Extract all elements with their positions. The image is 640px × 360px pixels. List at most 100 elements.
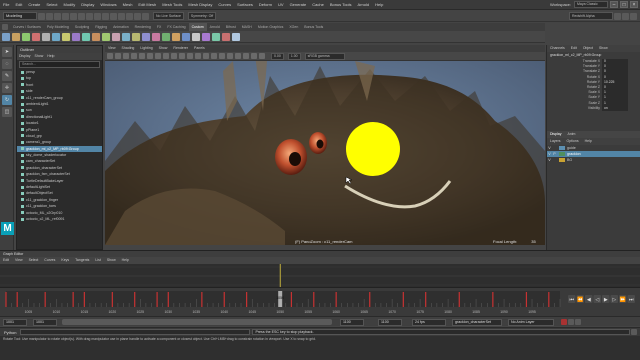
menu-curves[interactable]: Curves bbox=[215, 0, 234, 10]
layer-menu-help[interactable]: Help bbox=[582, 138, 595, 145]
renderer-dropdown[interactable]: Redshift Alpha bbox=[569, 12, 613, 20]
shelf-tab-mash[interactable]: MASH bbox=[239, 23, 255, 31]
isolate-icon[interactable] bbox=[243, 53, 249, 59]
textured-icon[interactable] bbox=[195, 53, 201, 59]
shelf-tool-9-icon[interactable] bbox=[82, 32, 90, 41]
graph-editor-menu-view[interactable]: View bbox=[12, 257, 26, 264]
smooth-shade-icon[interactable] bbox=[187, 53, 193, 59]
close-window-button[interactable]: × bbox=[630, 1, 638, 8]
select-tool-icon[interactable]: ➤ bbox=[2, 47, 12, 57]
menu-select[interactable]: Select bbox=[43, 0, 60, 10]
keyframe-marker[interactable] bbox=[134, 292, 136, 307]
shelf-tool-16-icon[interactable] bbox=[152, 32, 160, 41]
auto-key-icon[interactable] bbox=[561, 319, 567, 325]
maximize-window-button[interactable]: □ bbox=[620, 1, 628, 8]
keyframe-marker[interactable] bbox=[492, 292, 494, 307]
live-surface-field[interactable]: No Live Surface bbox=[153, 12, 184, 20]
ao-icon[interactable] bbox=[219, 53, 225, 59]
field-chart-icon[interactable] bbox=[163, 53, 169, 59]
resolution-gate-icon[interactable] bbox=[147, 53, 153, 59]
safe-action-icon[interactable] bbox=[171, 53, 177, 59]
script-editor-icon[interactable] bbox=[631, 329, 637, 335]
sound-icon[interactable] bbox=[575, 319, 581, 325]
scale-tool-icon[interactable]: ◫ bbox=[2, 107, 12, 117]
select-object-icon[interactable] bbox=[86, 12, 93, 20]
menu-surfaces[interactable]: Surfaces bbox=[234, 0, 256, 10]
viewport-panel[interactable]: View Shading Lighting Show Renderer Panels 0.… bbox=[105, 45, 545, 245]
shelf-settings-icon[interactable] bbox=[2, 24, 8, 30]
shelf-tool-18-icon[interactable] bbox=[172, 32, 180, 41]
shelf-tool-14-icon[interactable] bbox=[132, 32, 140, 41]
select-hierarchy-icon[interactable] bbox=[78, 12, 85, 20]
anim-layer-field[interactable]: No Anim Layer bbox=[508, 318, 554, 326]
keyframe-marker[interactable] bbox=[111, 292, 113, 307]
exposure-field[interactable]: 1.00 bbox=[287, 52, 301, 60]
history-icon[interactable] bbox=[134, 12, 141, 20]
keyframe-marker[interactable] bbox=[525, 292, 528, 307]
rotate-tool-icon[interactable]: ↻ bbox=[2, 95, 12, 105]
shelf-tool-3-icon[interactable] bbox=[22, 32, 30, 41]
shelf-tool-20-icon[interactable] bbox=[192, 32, 200, 41]
viewport-menu-show[interactable]: Show bbox=[156, 45, 171, 52]
shelf-tab-animation[interactable]: Animation bbox=[110, 23, 132, 31]
menu-edit[interactable]: Edit bbox=[12, 0, 25, 10]
grid-icon[interactable] bbox=[131, 53, 137, 59]
workspace-dropdown[interactable]: Maya Classic bbox=[574, 1, 608, 8]
layer-visibility-toggle[interactable]: V bbox=[547, 157, 552, 163]
layer-menu-layers[interactable]: Layers bbox=[547, 138, 564, 145]
shelf-tab-bifrost[interactable]: Bifrost bbox=[223, 23, 239, 31]
shelf-tool-8-icon[interactable] bbox=[72, 32, 80, 41]
shelf-tool-2-icon[interactable] bbox=[12, 32, 20, 41]
render-frame-icon[interactable] bbox=[142, 12, 149, 20]
open-scene-icon[interactable] bbox=[46, 12, 53, 20]
shelf-tab-xgen[interactable]: XGen bbox=[286, 23, 301, 31]
shelf-tool-13-icon[interactable] bbox=[122, 32, 130, 41]
shelf-tool-1-icon[interactable] bbox=[2, 32, 10, 41]
menu-cache[interactable]: Cache bbox=[309, 0, 327, 10]
keyframe-marker[interactable] bbox=[425, 292, 427, 307]
shelf-tab-custom[interactable]: Custom bbox=[188, 23, 207, 31]
preferences-icon[interactable] bbox=[568, 319, 574, 325]
menu-set-dropdown[interactable]: Modeling bbox=[3, 12, 37, 20]
command-language-label[interactable]: Python bbox=[0, 330, 20, 335]
playback-start-field[interactable]: 1001 bbox=[33, 318, 57, 326]
aa-icon[interactable] bbox=[235, 53, 241, 59]
menu-arnold[interactable]: Arnold bbox=[355, 0, 373, 10]
render-settings-icon[interactable] bbox=[630, 12, 637, 20]
keyframe-marker[interactable] bbox=[72, 292, 74, 307]
range-slider-bar[interactable] bbox=[62, 319, 332, 325]
shelf-tab-sculpting[interactable]: Sculpting bbox=[72, 23, 92, 31]
select-component-icon[interactable] bbox=[94, 12, 101, 20]
graph-editor-menu-help[interactable]: Help bbox=[119, 257, 132, 264]
anim-end-field[interactable]: 1100 bbox=[378, 318, 402, 326]
shelf-tab-curves-surfaces[interactable]: Curves / Surfaces bbox=[10, 23, 44, 31]
channel-attr-visibility[interactable]: Visibility on bbox=[547, 105, 640, 111]
shelf-tool-17-icon[interactable] bbox=[162, 32, 170, 41]
shelf-tool-6-icon[interactable] bbox=[52, 32, 60, 41]
viewport-menu-panels[interactable]: Panels bbox=[191, 45, 208, 52]
channel-attr-value[interactable]: on bbox=[602, 105, 628, 111]
wireframe-icon[interactable] bbox=[179, 53, 185, 59]
shelf-tool-4-icon[interactable] bbox=[32, 32, 40, 41]
layer-playback-toggle[interactable]: P bbox=[552, 151, 557, 157]
film-gate-icon[interactable] bbox=[139, 53, 145, 59]
symmetry-dropdown[interactable]: Symmetry: Off bbox=[187, 12, 217, 20]
shelf-tab-rigging[interactable]: Rigging bbox=[92, 23, 110, 31]
camera-attr-icon[interactable] bbox=[107, 53, 113, 59]
keyframe-marker[interactable] bbox=[83, 292, 85, 307]
menu-uv[interactable]: UV bbox=[275, 0, 287, 10]
image-plane-icon[interactable] bbox=[123, 53, 129, 59]
menu-windows[interactable]: Windows bbox=[97, 0, 119, 10]
new-scene-icon[interactable] bbox=[38, 12, 45, 20]
gate-mask-icon[interactable] bbox=[155, 53, 161, 59]
menu-edit-mesh[interactable]: Edit Mesh bbox=[135, 0, 159, 10]
shelf-tab-poly-modeling[interactable]: Poly Modeling bbox=[44, 23, 72, 31]
graph-editor-menu-list[interactable]: List bbox=[92, 257, 103, 264]
outliner-menu-display[interactable]: Display bbox=[17, 53, 32, 60]
outliner-search-input[interactable]: Search... bbox=[19, 61, 100, 68]
command-input[interactable] bbox=[20, 329, 251, 335]
keyframe-marker[interactable] bbox=[223, 292, 225, 307]
fps-dropdown[interactable]: 24 fps bbox=[412, 318, 446, 326]
keyframe-marker[interactable] bbox=[167, 292, 169, 307]
keyframe-marker[interactable] bbox=[335, 292, 337, 307]
